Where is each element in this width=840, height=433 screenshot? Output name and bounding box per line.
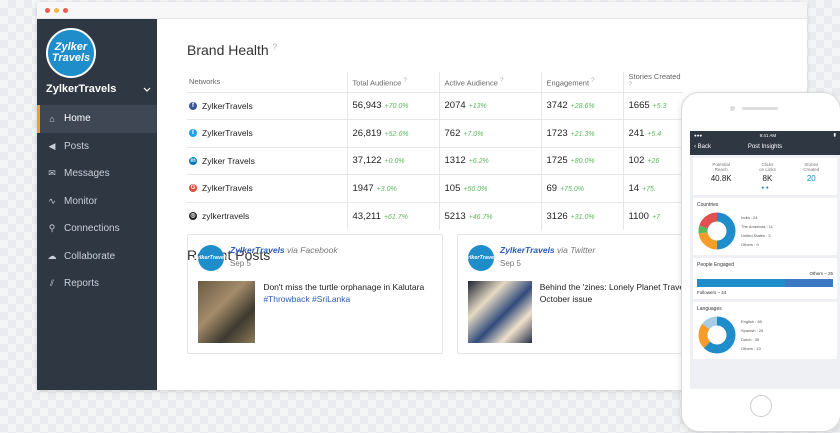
languages-donut-chart bbox=[698, 316, 736, 354]
sidebar-item-posts[interactable]: ◀ Posts bbox=[37, 133, 157, 161]
post-card[interactable]: ZylkerTravels ZylkerTravels via Twitter Se… bbox=[457, 234, 713, 354]
post-date: Sep 5 bbox=[230, 259, 251, 268]
instagram-icon: ◎ bbox=[189, 212, 197, 220]
column-header: Total Audience ? bbox=[346, 72, 439, 92]
post-date: Sep 5 bbox=[500, 259, 521, 268]
countries-donut-chart bbox=[698, 212, 736, 250]
legend-item: Others : 9 bbox=[741, 242, 759, 247]
sidebar-item-label: Monitor bbox=[64, 195, 98, 207]
insight-stat: Potential Reach 40.8K bbox=[710, 162, 732, 183]
table-row[interactable]: t ZylkerTravels 26,819 +52.6% 762 +7.0% 1723 +2… bbox=[187, 119, 683, 147]
column-header: Networks bbox=[189, 77, 221, 87]
engagement-bar bbox=[697, 279, 833, 287]
legend-item: Others : 10 bbox=[741, 346, 761, 351]
sidebar-item-label: Messages bbox=[64, 168, 110, 180]
sidebar: Zylker Travels ZylkerTravels ⌂ Home ◀ Posts… bbox=[37, 19, 157, 390]
pulse-icon: ∿ bbox=[48, 195, 56, 206]
languages-card: Languages English : 65 Spanish : 25 Dutch … bbox=[693, 302, 837, 359]
facebook-icon: f bbox=[189, 101, 197, 110]
sidebar-item-label: Home bbox=[64, 113, 91, 125]
home-button[interactable] bbox=[750, 395, 772, 417]
sidebar-nav: ⌂ Home ◀ Posts ✉ Messages ∿ Monitor ⚲ Connections… bbox=[37, 105, 157, 298]
sidebar-item-connections[interactable]: ⚲ Connections bbox=[37, 215, 157, 243]
megaphone-icon: ◀ bbox=[48, 140, 56, 151]
chat-icon: ☁ bbox=[47, 250, 57, 261]
sidebar-item-label: Connections bbox=[64, 223, 120, 235]
legend-item: The Americas : 11 bbox=[741, 224, 773, 229]
legend-item: United States : 3 bbox=[741, 233, 771, 238]
home-icon: ⌂ bbox=[49, 113, 55, 124]
people-engaged-card: People Engaged Others – 25 Followers – 4… bbox=[693, 258, 837, 299]
phone-status-bar: ●●● 9:41 AM ▮ bbox=[690, 131, 840, 139]
network-name: zylkertravels bbox=[202, 211, 250, 221]
column-header: Active Audience ? bbox=[438, 72, 541, 92]
pager-dots[interactable]: ● ● bbox=[697, 185, 833, 191]
phone-screen: ●●● 9:41 AM ▮ ‹ Back Post Insights Potenti… bbox=[690, 131, 840, 389]
camera-icon bbox=[730, 106, 735, 111]
phone-title: Post Insights bbox=[747, 144, 783, 150]
account-switcher[interactable]: ZylkerTravels bbox=[46, 83, 151, 95]
legend-item: Dutch : 35 bbox=[741, 337, 760, 342]
post-text: Don't miss the turtle orphanage in Kalut… bbox=[263, 282, 425, 304]
brand-logo[interactable]: Zylker Travels bbox=[46, 28, 96, 78]
table-row[interactable]: f ZylkerTravels 56,943 +70.0% 2074 +13% 3742 +2… bbox=[187, 91, 683, 120]
sidebar-item-monitor[interactable]: ∿ Monitor bbox=[37, 188, 157, 216]
hashtags: #Throwback #SriLanka bbox=[263, 294, 351, 304]
brand-health-title: Brand Health ? bbox=[187, 42, 278, 58]
minimize-window-button[interactable] bbox=[54, 7, 59, 13]
account-name: ZylkerTravels bbox=[46, 83, 117, 95]
avatar[interactable]: ZylkerTravels bbox=[463, 245, 499, 271]
avatar[interactable]: ZylkerTravels bbox=[193, 245, 229, 271]
maximize-window-button[interactable] bbox=[63, 7, 68, 13]
insight-stats-card: Potential Reach 40.8K Clicks on Links 8K Stori… bbox=[693, 158, 837, 195]
sidebar-item-home[interactable]: ⌂ Home bbox=[37, 105, 157, 133]
sidebar-item-label: Reports bbox=[64, 278, 100, 290]
twitter-icon: t bbox=[189, 129, 197, 138]
sidebar-item-messages[interactable]: ✉ Messages bbox=[37, 160, 157, 188]
sidebar-item-collaborate[interactable]: ☁ Collaborate bbox=[37, 243, 157, 271]
chevron-down-icon bbox=[143, 87, 151, 92]
window-titlebar bbox=[37, 2, 807, 19]
help-icon[interactable]: ? bbox=[273, 42, 277, 51]
legend-item: Spanish : 25 bbox=[741, 328, 764, 333]
network-name: ZylkerTravels bbox=[202, 100, 253, 111]
speaker-icon bbox=[742, 107, 778, 110]
googleplus-icon: G bbox=[189, 184, 197, 193]
brand-health-table: Networks Total Audience ? Active Audience … bbox=[187, 72, 683, 230]
network-name: ZylkerTravels bbox=[202, 183, 253, 194]
column-header: Engagement ? bbox=[540, 72, 623, 92]
link-icon: ⚲ bbox=[48, 223, 56, 234]
post-image[interactable] bbox=[198, 281, 256, 343]
recent-posts-list: ZylkerTravels ZylkerTravels via Facebook S… bbox=[187, 234, 713, 354]
close-window-button[interactable] bbox=[45, 7, 50, 13]
sidebar-item-label: Posts bbox=[64, 140, 90, 152]
insight-stat: Clicks on Links 8K bbox=[759, 162, 776, 183]
post-image[interactable] bbox=[468, 281, 532, 343]
chart-icon: ⫽ bbox=[49, 278, 54, 289]
table-row[interactable]: in Zylker Travels 37,122 +0.0% 1312 +6.2% 1725… bbox=[187, 146, 683, 175]
countries-card: Countries India : 24 The Americas : 11 Uni… bbox=[693, 198, 837, 255]
post-text: Behind the 'zines: Lonely Planet Travell… bbox=[539, 282, 702, 304]
insight-stat: Stories Created 20 bbox=[803, 162, 820, 183]
phone-app-bar: ‹ Back Post Insights bbox=[690, 139, 840, 155]
mobile-phone-mockup: ●●● 9:41 AM ▮ ‹ Back Post Insights Potenti… bbox=[681, 92, 840, 432]
sidebar-item-reports[interactable]: ⫽ Reports bbox=[37, 270, 157, 298]
linkedin-icon: in bbox=[189, 156, 197, 165]
legend-item: India : 24 bbox=[741, 215, 758, 220]
envelope-icon: ✉ bbox=[48, 168, 56, 179]
legend-item: English : 65 bbox=[741, 319, 762, 324]
table-row[interactable]: G ZylkerTravels 1947 +3.0% 105 +50.0% 69 +75.0%… bbox=[187, 174, 683, 202]
post-card[interactable]: ZylkerTravels ZylkerTravels via Facebook S… bbox=[187, 234, 443, 354]
table-row[interactable]: ◎ zylkertravels 43,211 +61.7% 5213 +46.7% 3126… bbox=[187, 201, 683, 230]
network-name: Zylker Travels bbox=[202, 155, 255, 166]
network-name: ZylkerTravels bbox=[202, 128, 253, 139]
column-header: Stories Created ? bbox=[622, 72, 683, 92]
sidebar-item-label: Collaborate bbox=[64, 250, 116, 262]
